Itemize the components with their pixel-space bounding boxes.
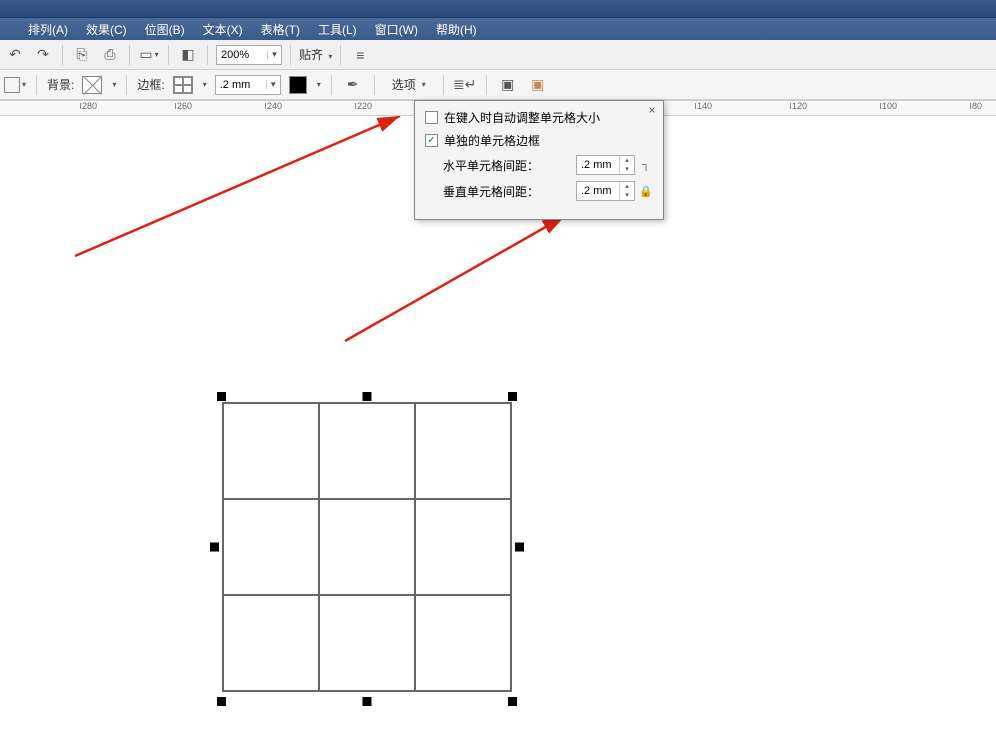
auto-resize-label: 在键入时自动调整单元格大小 xyxy=(444,109,600,126)
selection-handle[interactable] xyxy=(217,392,226,401)
zoom-combo[interactable]: ▼ xyxy=(216,45,282,65)
text-wrap-icon[interactable]: ≣↵ xyxy=(454,74,476,96)
chevron-down-icon[interactable]: ▾ xyxy=(112,80,116,89)
selection-handle[interactable] xyxy=(210,543,219,552)
auto-resize-checkbox[interactable] xyxy=(425,111,438,124)
selection-handle[interactable] xyxy=(217,697,226,706)
separator xyxy=(207,45,208,65)
selection-handle[interactable] xyxy=(508,392,517,401)
menu-text[interactable]: 文本(X) xyxy=(203,21,243,38)
table-grid[interactable] xyxy=(222,402,512,692)
separator xyxy=(36,75,37,95)
background-label: 背景: xyxy=(47,76,74,93)
menu-help[interactable]: 帮助(H) xyxy=(436,21,477,38)
selection-handle[interactable] xyxy=(508,697,517,706)
border-color-swatch[interactable] xyxy=(289,76,307,94)
separate-borders-label: 单独的单元格边框 xyxy=(444,132,540,149)
h-spacing-input[interactable] xyxy=(577,159,619,171)
pen-outline-icon[interactable]: ✒ xyxy=(342,74,364,96)
table-select-icon[interactable]: ▾ xyxy=(4,74,26,96)
options-popout: × 在键入时自动调整单元格大小 单独的单元格边框 水平单元格间距： ▴▾ ┐ 垂… xyxy=(414,100,664,220)
table-cell[interactable] xyxy=(223,403,319,499)
lock-icon[interactable]: 🔒 xyxy=(639,182,653,200)
chevron-down-icon[interactable]: ▾ xyxy=(203,80,207,89)
spin-down-icon[interactable]: ▾ xyxy=(620,191,634,200)
v-spacing-input[interactable] xyxy=(577,185,619,197)
separator xyxy=(486,75,487,95)
separator xyxy=(62,45,63,65)
v-spacing-spinner[interactable]: ▴▾ xyxy=(576,181,635,201)
h-spacing-label: 水平单元格间距： xyxy=(443,157,539,174)
chevron-down-icon: ▾ xyxy=(328,52,332,61)
undo-icon[interactable]: ↶ xyxy=(4,44,26,66)
separator xyxy=(168,45,169,65)
separator xyxy=(129,45,130,65)
background-swatch[interactable] xyxy=(82,76,102,94)
separator xyxy=(331,75,332,95)
separator xyxy=(340,45,341,65)
table-cell[interactable] xyxy=(223,595,319,691)
border-label: 边框: xyxy=(137,76,164,93)
redo-icon[interactable]: ↷ xyxy=(32,44,54,66)
options-dropdown-button[interactable]: 选项 ▾ xyxy=(385,73,433,96)
menu-arrange[interactable]: 排列(A) xyxy=(28,21,68,38)
to-back-icon[interactable]: ▣ xyxy=(527,74,549,96)
separator xyxy=(126,75,127,95)
menu-table[interactable]: 表格(T) xyxy=(261,21,300,38)
spin-up-icon[interactable]: ▴ xyxy=(620,182,634,191)
chevron-down-icon[interactable]: ▼ xyxy=(266,80,280,89)
border-preset-icon[interactable] xyxy=(173,76,193,94)
separator xyxy=(290,45,291,65)
table-cell[interactable] xyxy=(319,595,415,691)
selection-handle[interactable] xyxy=(515,543,524,552)
to-front-icon[interactable]: ▣ xyxy=(497,74,519,96)
selection-handle[interactable] xyxy=(363,392,372,401)
menu-bitmap[interactable]: 位图(B) xyxy=(145,21,185,38)
border-width-input[interactable] xyxy=(216,79,266,91)
table-cell[interactable] xyxy=(319,403,415,499)
snap-button[interactable]: 贴齐 ▾ xyxy=(299,46,332,63)
link-bracket-icon: ┐ xyxy=(639,156,653,174)
standard-toolbar: ↶ ↷ ⎘ ⎙ ▭▾ ◧ ▼ 贴齐 ▾ ≡ xyxy=(0,40,996,70)
table-cell[interactable] xyxy=(319,499,415,595)
table-cell[interactable] xyxy=(415,499,511,595)
menu-effects[interactable]: 效果(C) xyxy=(86,21,127,38)
separator xyxy=(443,75,444,95)
table-cell[interactable] xyxy=(223,499,319,595)
v-spacing-label: 垂直单元格间距： xyxy=(443,183,539,200)
table-cell[interactable] xyxy=(415,403,511,499)
spin-up-icon[interactable]: ▴ xyxy=(620,156,634,165)
menu-tools[interactable]: 工具(L) xyxy=(318,21,357,38)
zoom-input[interactable] xyxy=(217,49,267,61)
export-icon[interactable]: ⎙ xyxy=(99,44,121,66)
border-width-combo[interactable]: ▼ xyxy=(215,75,281,95)
spin-down-icon[interactable]: ▾ xyxy=(620,165,634,174)
h-spacing-spinner[interactable]: ▴▾ xyxy=(576,155,635,175)
table-object[interactable] xyxy=(222,402,512,692)
chevron-down-icon[interactable]: ▼ xyxy=(267,50,281,59)
chevron-down-icon[interactable]: ▾ xyxy=(317,80,321,89)
chevron-down-icon: ▾ xyxy=(422,80,426,89)
launch-icon[interactable]: ▭▾ xyxy=(138,44,160,66)
import-icon[interactable]: ⎘ xyxy=(71,44,93,66)
window-titlebar xyxy=(0,0,996,18)
menu-window[interactable]: 窗口(W) xyxy=(375,21,418,38)
app-icon[interactable]: ◧ xyxy=(177,44,199,66)
close-icon[interactable]: × xyxy=(645,103,659,117)
selection-handle[interactable] xyxy=(363,697,372,706)
menubar: 排列(A) 效果(C) 位图(B) 文本(X) 表格(T) 工具(L) 窗口(W… xyxy=(0,18,996,40)
property-bar: ▾ 背景: ▾ 边框: ▾ ▼ ▾ ✒ 选项 ▾ ≣↵ ▣ ▣ xyxy=(0,70,996,100)
separate-borders-checkbox[interactable] xyxy=(425,134,438,147)
options-label: 选项 xyxy=(392,76,416,93)
options-extra-icon[interactable]: ≡ xyxy=(349,44,371,66)
separator xyxy=(374,75,375,95)
table-cell[interactable] xyxy=(415,595,511,691)
